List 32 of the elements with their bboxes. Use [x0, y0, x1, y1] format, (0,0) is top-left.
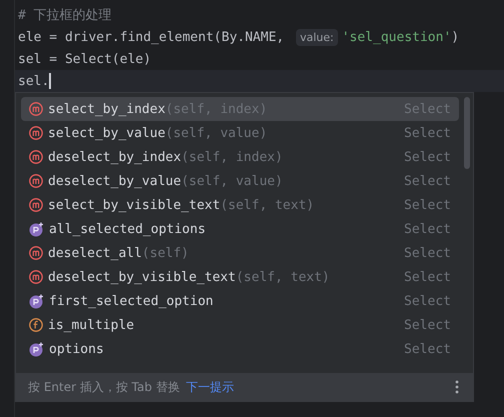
- property-icon: [29, 342, 44, 356]
- method-icon: [29, 102, 43, 116]
- completion-item[interactable]: options Select: [21, 337, 459, 361]
- string-literal: 'sel_question': [342, 30, 452, 44]
- parameter-hint: value:: [296, 28, 338, 46]
- scrollbar-thumb[interactable]: [464, 97, 470, 169]
- method-icon: [29, 174, 43, 188]
- method-icon: [29, 198, 43, 212]
- completion-item[interactable]: all_selected_options Select: [21, 217, 459, 241]
- method-icon: [29, 270, 43, 284]
- method-icon: [29, 150, 43, 164]
- code-text: sel = Select(ele): [18, 52, 152, 66]
- code-text: ele = driver.find_element(By.NAME,: [18, 30, 286, 44]
- code-text: sel.: [18, 74, 50, 88]
- function-icon: [29, 318, 43, 332]
- text-caret: [49, 73, 52, 89]
- completion-item[interactable]: select_by_value(self, value) Select: [21, 121, 459, 145]
- more-options-icon[interactable]: [453, 380, 461, 394]
- property-icon: [29, 294, 44, 308]
- method-icon: [29, 246, 43, 260]
- footer-hint: 按 Enter 插入，按 Tab 替换: [28, 378, 180, 396]
- completion-item[interactable]: select_by_visible_text(self, text) Select: [21, 193, 459, 217]
- code-text: ): [451, 30, 460, 44]
- completion-item[interactable]: is_multiple Select: [21, 313, 459, 337]
- method-icon: [29, 126, 43, 140]
- code-comment: # 下拉框的处理: [18, 7, 112, 24]
- completion-item[interactable]: deselect_by_value(self, value) Select: [21, 169, 459, 193]
- property-icon: [29, 222, 44, 236]
- completion-item[interactable]: deselect_by_index(self, index) Select: [21, 145, 459, 169]
- completion-item[interactable]: deselect_all(self) Select: [21, 241, 459, 265]
- completion-item[interactable]: first_selected_option Select: [21, 289, 459, 313]
- completion-item[interactable]: deselect_by_visible_text(self, text) Select: [21, 265, 459, 289]
